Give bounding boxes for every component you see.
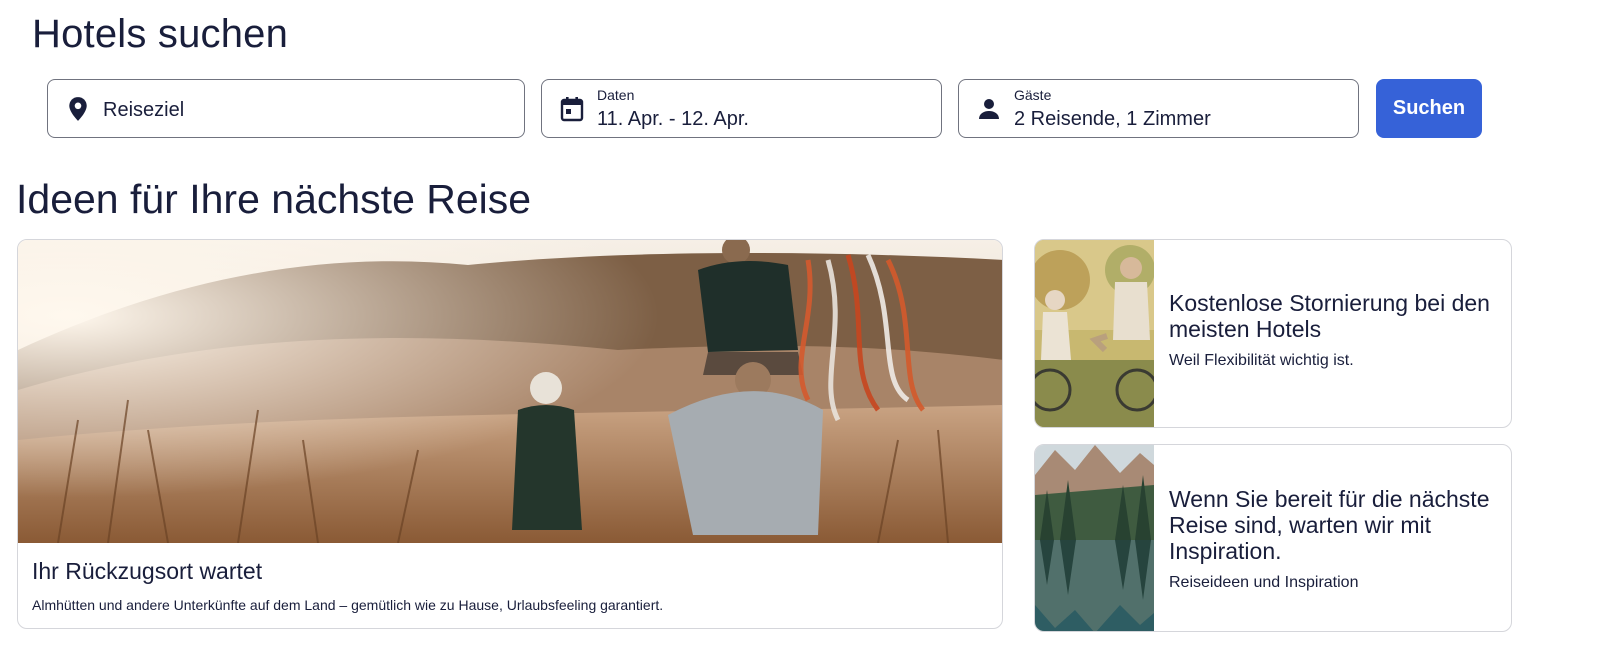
dates-field[interactable]: Daten 11. Apr. - 12. Apr. [541,79,942,138]
retreat-card-title: Ihr Rückzugsort wartet [32,558,263,584]
retreat-card[interactable]: Ihr Rückzugsort wartet Almhütten und and… [17,239,1003,629]
guests-label: Gäste [1014,87,1052,103]
search-button[interactable]: Suchen [1376,79,1482,138]
cyclists-image [1035,240,1154,427]
inspiration-card[interactable]: Wenn Sie bereit für die nächste Reise si… [1034,444,1512,632]
person-icon [977,96,1001,122]
free-cancellation-card[interactable]: Kostenlose Stornierung bei den meisten H… [1034,239,1512,428]
family-field-image [18,240,1002,543]
location-pin-icon [66,96,90,122]
guests-field[interactable]: Gäste 2 Reisende, 1 Zimmer [958,79,1359,138]
guests-value: 2 Reisende, 1 Zimmer [1014,108,1211,130]
free-cancellation-title: Kostenlose Stornierung bei den meisten H… [1169,290,1490,342]
dates-value: 11. Apr. - 12. Apr. [597,108,749,130]
mountain-lake-image [1035,445,1154,631]
retreat-card-description: Almhütten und andere Unterkünfte auf dem… [32,597,664,613]
ideas-heading: Ideen für Ihre nächste Reise [16,176,532,222]
dates-label: Daten [597,87,635,103]
calendar-icon [560,96,584,122]
free-cancellation-subtitle: Weil Flexibilität wichtig ist. [1169,352,1354,369]
page-title: Hotels suchen [32,12,289,56]
inspiration-subtitle: Reiseideen und Inspiration [1169,574,1359,591]
destination-field[interactable]: Reiseziel [47,79,525,138]
destination-placeholder: Reiseziel [103,99,185,121]
inspiration-title: Wenn Sie bereit für die nächste Reise si… [1169,486,1490,564]
